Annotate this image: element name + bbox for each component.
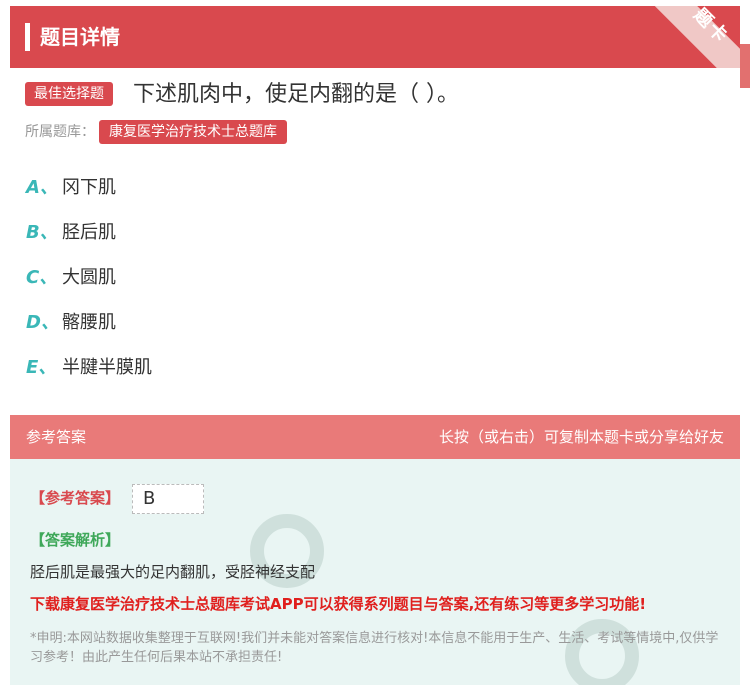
answer-panel: 【参考答案】 B 【答案解析】 胫后肌是最强大的足内翻肌，受胫神经支配 下载康复… bbox=[10, 459, 740, 685]
option-text: 冈下肌 bbox=[62, 177, 116, 198]
option-letter: C、 bbox=[26, 267, 58, 288]
app-promo-link[interactable]: 下载康复医学治疗技术士总题库考试APP可以获得系列题目与答案,还有练习等更多学习… bbox=[30, 593, 646, 614]
option-text: 髂腰肌 bbox=[62, 312, 116, 333]
answer-value: B bbox=[132, 484, 204, 514]
header-accent bbox=[25, 23, 30, 51]
bank-tag[interactable]: 康复医学治疗技术士总题库 bbox=[99, 120, 287, 144]
option-text: 半腱半膜肌 bbox=[62, 357, 152, 378]
bank-label: 所属题库： bbox=[25, 124, 95, 140]
reference-answer-label: 【参考答案】 bbox=[30, 489, 121, 507]
share-hint: 长按（或右击）可复制本题卡或分享给好友 bbox=[438, 428, 724, 446]
option-c[interactable]: C、 大圆肌 bbox=[26, 265, 116, 291]
option-text: 胫后肌 bbox=[62, 222, 116, 243]
question-type-tag: 最佳选择题 bbox=[25, 82, 113, 106]
option-text: 大圆肌 bbox=[62, 267, 116, 288]
answer-header-title: 参考答案 bbox=[26, 428, 87, 446]
option-letter: A、 bbox=[26, 177, 58, 198]
disclaimer-text: *申明:本网站数据收集整理于互联网!我们并未能对答案信息进行核对!本信息不能用于… bbox=[30, 631, 719, 665]
analysis-label: 【答案解析】 bbox=[30, 531, 121, 549]
option-letter: D、 bbox=[26, 312, 59, 333]
option-e[interactable]: E、 半腱半膜肌 bbox=[26, 355, 152, 381]
question-text: 下述肌肉中，使足内翻的是（ ）。 bbox=[133, 82, 459, 107]
question-line: 最佳选择题 下述肌肉中，使足内翻的是（ ）。 bbox=[25, 80, 725, 112]
header-bar: 题目详情 题卡 bbox=[10, 6, 740, 68]
question-bank-line: 所属题库： 康复医学治疗技术士总题库 bbox=[25, 120, 287, 146]
option-d[interactable]: D、 髂腰肌 bbox=[26, 310, 116, 336]
option-letter: B、 bbox=[26, 222, 58, 243]
answer-header: 参考答案 长按（或右击）可复制本题卡或分享给好友 bbox=[10, 415, 740, 459]
page-title: 题目详情 bbox=[40, 25, 120, 49]
analysis-text: 胫后肌是最强大的足内翻肌，受胫神经支配 bbox=[30, 563, 316, 581]
option-a[interactable]: A、 冈下肌 bbox=[26, 175, 116, 201]
option-letter: E、 bbox=[26, 357, 57, 378]
option-b[interactable]: B、 胫后肌 bbox=[26, 220, 116, 246]
ribbon-tail bbox=[740, 44, 750, 88]
